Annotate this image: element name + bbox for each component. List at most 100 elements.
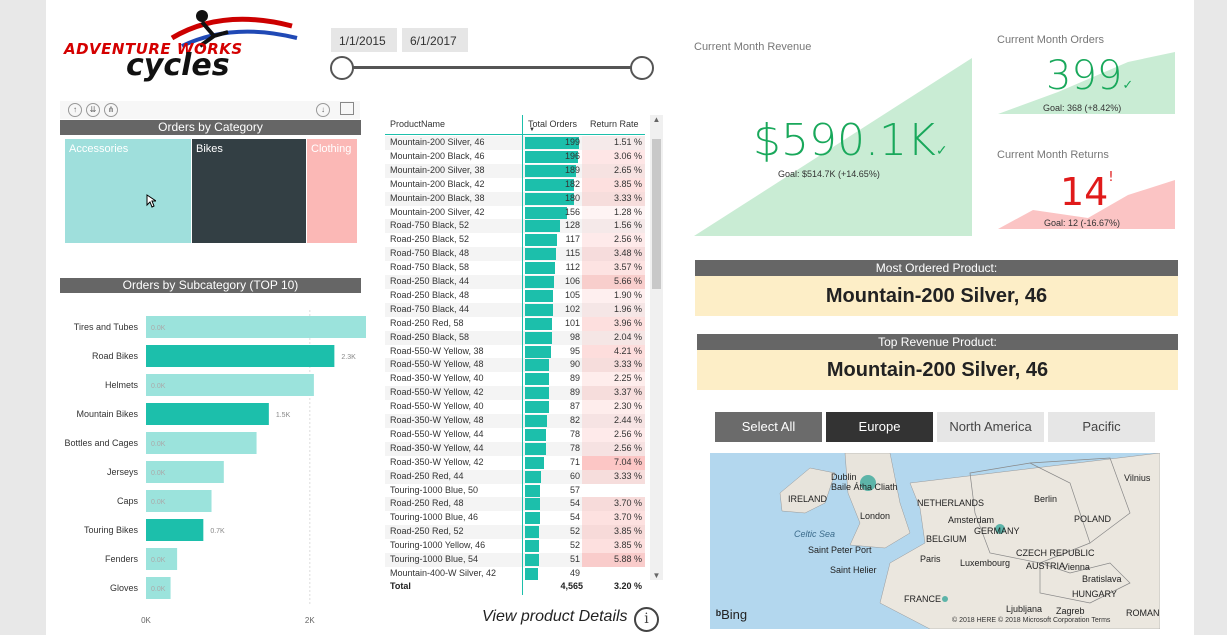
subcategory-bar[interactable] [146, 345, 335, 367]
header-product-name[interactable]: ProductName [390, 119, 445, 129]
scroll-up-icon[interactable]: ▲ [650, 115, 663, 124]
date-slider-end-handle[interactable] [630, 56, 654, 80]
table-row[interactable]: Mountain-200 Silver, 42 156 1.28 % [385, 205, 645, 220]
table-row[interactable]: Road-250 Black, 48 105 1.90 % [385, 288, 645, 303]
orders-cell: 89 [569, 373, 580, 384]
info-icon[interactable]: i [634, 607, 659, 632]
expand-level-icon[interactable]: ⋔ [104, 103, 118, 117]
data-label: 0.0K [151, 383, 166, 390]
slicer-select-all[interactable]: Select All [715, 412, 822, 442]
subcategory-bar[interactable] [146, 519, 204, 541]
product-name-cell: Road-550-W Yellow, 44 [390, 428, 484, 439]
data-label: 0.0K [151, 325, 166, 332]
table-row[interactable]: Mountain-200 Black, 38 180 3.33 % [385, 191, 645, 206]
slicer-north-america[interactable]: North America [937, 412, 1044, 442]
return-rate-cell: 2.30 % [613, 401, 642, 412]
table-row[interactable]: Mountain-200 Black, 46 196 3.06 % [385, 149, 645, 164]
drill-down-icon[interactable]: ⇊ [86, 103, 100, 117]
product-name-cell: Mountain-200 Silver, 46 [390, 137, 485, 147]
table-row[interactable]: Road-350-W Yellow, 42 71 7.04 % [385, 455, 645, 470]
table-row[interactable]: Road-250 Red, 58 101 3.96 % [385, 316, 645, 331]
orders-check-icon: ✓ [1122, 78, 1134, 93]
header-total-orders[interactable]: Total Orders [528, 119, 577, 129]
table-row[interactable]: Road-550-W Yellow, 42 89 3.37 % [385, 386, 645, 401]
drill-up-icon[interactable]: ↑ [68, 103, 82, 117]
product-name-cell: Road-350-W Yellow, 42 [390, 456, 484, 467]
bing-brand-text: Bing [721, 607, 748, 622]
table-row[interactable]: Road-550-W Yellow, 38 95 4.21 % [385, 344, 645, 359]
table-row[interactable]: Road-250 Black, 44 106 5.66 % [385, 275, 645, 289]
table-row[interactable]: Mountain-200 Silver, 38 189 2.65 % [385, 163, 645, 178]
table-row[interactable]: Road-350-W Yellow, 48 82 2.44 % [385, 414, 645, 428]
table-row[interactable]: Mountain-200 Black, 42 182 3.85 % [385, 177, 645, 192]
scrollbar-thumb[interactable] [652, 139, 661, 289]
map-label-vilnius: Vilnius [1124, 473, 1151, 483]
table-row[interactable]: Road-350-W Yellow, 40 89 2.25 % [385, 372, 645, 387]
orders-databar [525, 345, 551, 358]
view-product-details-link[interactable]: View product Details [482, 608, 628, 632]
product-name-cell: Road-350-W Yellow, 48 [390, 415, 484, 425]
orders-cell: 78 [569, 428, 580, 439]
map-label-germany: GERMANY [974, 526, 1020, 536]
table-row[interactable]: Road-250 Red, 48 54 3.70 % [385, 497, 645, 512]
map-bubble-france[interactable] [942, 596, 948, 602]
return-rate-cell: 3.70 % [613, 498, 642, 509]
returns-kpi-number: 14 [1060, 170, 1109, 214]
table-row[interactable]: Road-250 Red, 52 52 3.85 % [385, 525, 645, 540]
drill-mode-icon[interactable]: ↓ [316, 103, 330, 117]
table-row[interactable]: Road-550-W Yellow, 44 78 2.56 % [385, 427, 645, 442]
table-row[interactable]: Road-250 Black, 52 117 2.56 % [385, 233, 645, 248]
orders-cell: 78 [569, 442, 580, 453]
x-axis-tick: 0K [141, 616, 151, 625]
table-row[interactable]: Mountain-400-W Silver, 42 49 [385, 566, 645, 581]
return-rate-cell: 5.88 % [613, 554, 642, 564]
orders-cell: 180 [564, 192, 580, 203]
table-row[interactable]: Touring-1000 Blue, 46 54 3.70 % [385, 511, 645, 526]
table-row[interactable]: Road-250 Black, 58 98 2.04 % [385, 330, 645, 345]
treemap-accessories[interactable]: Accessories [65, 139, 191, 243]
table-row[interactable]: Touring-1000 Yellow, 46 52 3.85 % [385, 539, 645, 554]
orders-databar [525, 289, 554, 302]
subcategory-bar[interactable] [146, 403, 269, 425]
europe-map[interactable]: IRELAND Dublin Baile Átha Cliath Celtic … [710, 453, 1160, 629]
table-row[interactable]: Road-550-W Yellow, 48 90 3.33 % [385, 358, 645, 373]
slicer-europe[interactable]: Europe [826, 412, 933, 442]
orders-databar [525, 567, 539, 580]
date-start[interactable]: 1/1/2015 [331, 28, 397, 52]
product-name-cell: Road-750 Black, 48 [390, 248, 470, 259]
table-row[interactable]: Road-250 Red, 44 60 3.33 % [385, 469, 645, 484]
table-row[interactable]: Touring-1000 Blue, 54 51 5.88 % [385, 553, 645, 567]
product-name-cell: Road-550-W Yellow, 42 [390, 387, 484, 398]
table-row[interactable]: Road-550-W Yellow, 40 87 2.30 % [385, 400, 645, 415]
date-slider-start-handle[interactable] [330, 56, 354, 80]
treemap-clothing[interactable]: Clothing [307, 139, 357, 243]
map-label-baile-atha-cliath: Baile Átha Cliath [831, 482, 898, 492]
subcategory-bar[interactable] [146, 316, 366, 338]
view-product-details-label: View product Details [482, 608, 628, 625]
orders-cell: 106 [564, 276, 580, 286]
return-rate-cell: 1.90 % [613, 289, 642, 300]
table-scrollbar[interactable]: ▲ ▼ [650, 115, 663, 580]
table-row[interactable]: Road-750 Black, 58 112 3.57 % [385, 261, 645, 276]
date-slider-track[interactable] [344, 66, 642, 69]
orders-kpi-number: 399 [1046, 53, 1123, 99]
product-name-cell: Road-750 Black, 44 [390, 303, 470, 314]
focus-mode-icon[interactable] [340, 102, 354, 115]
map-copyright[interactable]: © 2018 HERE © 2018 Microsoft Corporation… [952, 617, 1110, 624]
slicer-pacific[interactable]: Pacific [1048, 412, 1155, 442]
table-row[interactable]: Road-750 Black, 44 102 1.96 % [385, 302, 645, 317]
map-label-romania: ROMAN [1126, 608, 1160, 618]
product-name-cell: Road-250 Black, 44 [390, 276, 470, 286]
product-name-cell: Road-550-W Yellow, 38 [390, 345, 484, 356]
table-row[interactable]: Road-350-W Yellow, 44 78 2.56 % [385, 441, 645, 456]
treemap-bikes[interactable]: Bikes [192, 139, 306, 243]
map-label-france: FRANCE [904, 594, 942, 604]
table-row[interactable]: Road-750 Black, 48 115 3.48 % [385, 247, 645, 262]
table-row[interactable]: Touring-1000 Blue, 50 57 [385, 483, 645, 498]
date-end[interactable]: 6/1/2017 [402, 28, 468, 52]
table-row[interactable]: Mountain-200 Silver, 46 199 1.51 % [385, 136, 645, 150]
subcategory-bar[interactable] [146, 374, 314, 396]
header-return-rate[interactable]: Return Rate [590, 119, 639, 129]
table-row[interactable]: Road-750 Black, 52 128 1.56 % [385, 219, 645, 234]
scroll-down-icon[interactable]: ▼ [650, 571, 663, 580]
